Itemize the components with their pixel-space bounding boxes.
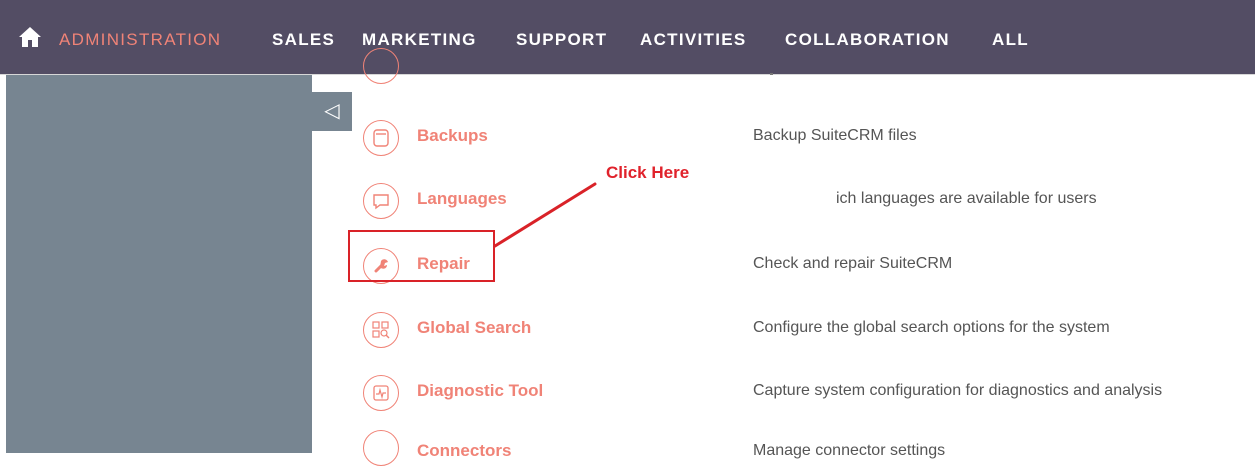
admin-row-global-search: Global Search Configure the global searc… xyxy=(357,302,1227,348)
sidebar xyxy=(6,75,312,453)
backups-icon[interactable] xyxy=(363,120,399,156)
languages-icon[interactable] xyxy=(363,183,399,219)
nav-sales[interactable]: SALES xyxy=(272,30,335,50)
admin-row-diagnostic-tool: Diagnostic Tool Capture system configura… xyxy=(357,365,1227,411)
partial-row-text xyxy=(770,73,773,75)
annotation-occlusion xyxy=(753,181,833,209)
top-navigation-bar: ADMINISTRATION SALES MARKETING SUPPORT A… xyxy=(0,0,1255,75)
backups-link[interactable]: Backups xyxy=(417,126,488,146)
languages-link[interactable]: Languages xyxy=(417,189,507,209)
repair-highlight-box xyxy=(348,230,495,282)
nav-support[interactable]: SUPPORT xyxy=(516,30,607,50)
diagnostic-tool-link[interactable]: Diagnostic Tool xyxy=(417,381,543,401)
admin-row-backups: Backups Backup SuiteCRM files xyxy=(357,110,1227,156)
diagnostic-tool-description: Capture system configuration for diagnos… xyxy=(753,382,1163,399)
connectors-description: Manage connector settings xyxy=(753,442,946,459)
home-icon[interactable] xyxy=(18,25,42,49)
nav-collaboration[interactable]: COLLABORATION xyxy=(785,30,950,50)
nav-marketing[interactable]: MARKETING xyxy=(362,30,477,50)
click-here-callout: Click Here xyxy=(606,163,690,182)
languages-description: ich languages are available for users xyxy=(836,190,1097,207)
collapse-left-icon: ◁ xyxy=(324,100,340,122)
repair-description: Check and repair SuiteCRM xyxy=(753,255,953,272)
sidebar-collapse-button[interactable]: ◁ xyxy=(312,92,352,131)
backups-description: Backup SuiteCRM files xyxy=(753,127,917,144)
global-search-link[interactable]: Global Search xyxy=(417,318,531,338)
partial-row-icon xyxy=(363,48,399,84)
global-search-icon[interactable] xyxy=(363,312,399,348)
global-search-description: Configure the global search options for … xyxy=(753,319,1110,336)
connectors-icon[interactable] xyxy=(363,430,399,466)
diagnostic-tool-icon[interactable] xyxy=(363,375,399,411)
nav-administration[interactable]: ADMINISTRATION xyxy=(59,30,221,50)
connectors-link[interactable]: Connectors xyxy=(417,441,511,461)
nav-all[interactable]: ALL xyxy=(992,30,1029,50)
nav-activities[interactable]: ACTIVITIES xyxy=(640,30,747,50)
content-gutter xyxy=(312,131,357,453)
